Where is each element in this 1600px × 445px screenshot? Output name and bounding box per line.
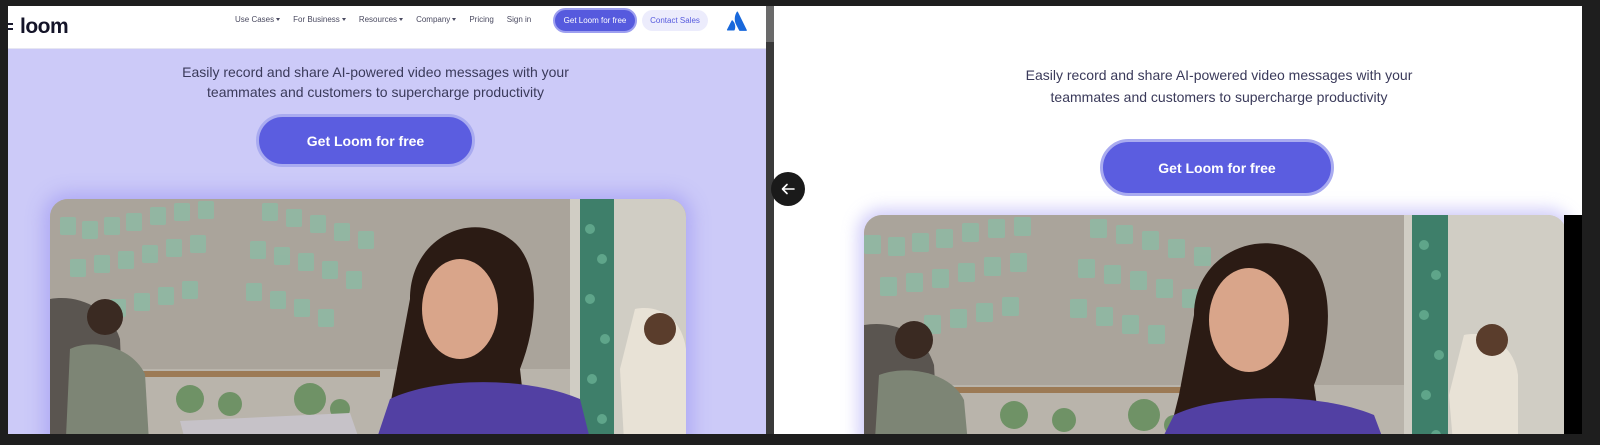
- loom-menu-icon: [8, 17, 16, 37]
- get-loom-free-button[interactable]: Get Loom for free: [256, 114, 475, 167]
- nav-label: Sign in: [506, 15, 532, 24]
- top-nav: loom Use Cases For Business Resources Co…: [8, 6, 766, 49]
- arrow-left-icon: [781, 183, 795, 195]
- nav-for-business[interactable]: For Business: [293, 15, 346, 24]
- hero-subtitle: Easily record and share AI-powered video…: [178, 62, 573, 102]
- get-loom-nav-button[interactable]: Get Loom for free: [553, 8, 637, 33]
- video-frame-illustration-right: [864, 215, 1566, 434]
- nav-links: Use Cases For Business Resources Company…: [235, 15, 531, 24]
- chevron-down-icon: [341, 18, 346, 21]
- nav-label: Pricing: [469, 15, 494, 24]
- nav-sign-in[interactable]: Sign in: [507, 15, 531, 24]
- left-browser-pane: loom Use Cases For Business Resources Co…: [8, 6, 766, 434]
- nav-label: Use Cases: [235, 15, 275, 24]
- split-divider-handle[interactable]: [766, 6, 774, 42]
- chevron-down-icon: [276, 18, 281, 21]
- chevron-down-icon: [452, 18, 457, 21]
- nav-company[interactable]: Company: [416, 15, 457, 24]
- split-divider[interactable]: [766, 6, 774, 434]
- hero-line-1-right: Easily record and share AI-powered video…: [1025, 67, 1413, 83]
- brand-name: loom: [20, 15, 69, 38]
- nav-use-cases[interactable]: Use Cases: [235, 15, 281, 24]
- nav-pricing[interactable]: Pricing: [469, 15, 493, 24]
- get-loom-free-button-right[interactable]: Get Loom for free: [1100, 139, 1334, 196]
- loom-logo[interactable]: loom: [8, 15, 69, 39]
- screen: loom Use Cases For Business Resources Co…: [0, 0, 1600, 445]
- contact-sales-button[interactable]: Contact Sales: [642, 10, 708, 31]
- nav-label: Resources: [358, 15, 398, 24]
- video-frame-illustration: [50, 199, 686, 434]
- nav-resources[interactable]: Resources: [358, 15, 404, 24]
- hero-video[interactable]: [50, 199, 686, 434]
- hero-line-2-right: teammates and customers to supercharge p…: [1050, 89, 1388, 105]
- video-letterbox-bar: [1564, 215, 1582, 434]
- atlassian-logo-icon[interactable]: [726, 11, 748, 31]
- nav-label: Company: [416, 15, 451, 24]
- hero-line-2: teammates and customers to supercharge p…: [207, 84, 544, 100]
- hero-subtitle-right: Easily record and share AI-powered video…: [1019, 64, 1419, 108]
- right-browser-pane: Easily record and share AI-powered video…: [774, 6, 1582, 434]
- hero-video-right[interactable]: [864, 215, 1566, 434]
- hero-line-1: Easily record and share AI-powered video…: [182, 64, 569, 80]
- back-button[interactable]: [771, 172, 805, 206]
- chevron-down-icon: [399, 18, 404, 21]
- nav-label: For Business: [293, 15, 340, 24]
